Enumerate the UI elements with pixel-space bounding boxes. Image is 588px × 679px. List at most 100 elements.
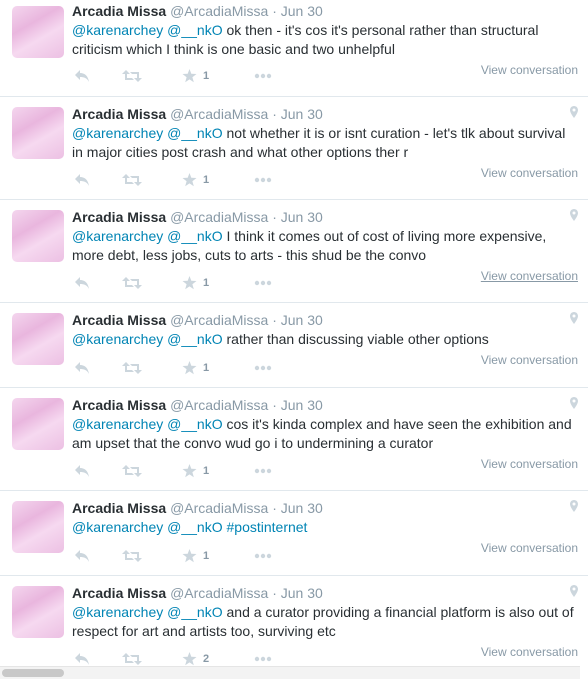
tweet-username[interactable]: @ArcadiaMissa (170, 500, 268, 516)
favorite-count: 1 (203, 465, 210, 477)
favorite-button[interactable]: 2 (182, 651, 209, 667)
tweet-username[interactable]: @ArcadiaMissa (170, 397, 268, 413)
tweet-mentions[interactable]: @karenarchey @__nkO (72, 331, 223, 347)
tweet-fullname[interactable]: Arcadia Missa (72, 585, 166, 601)
tweet-username[interactable]: @ArcadiaMissa (170, 106, 268, 122)
tweet[interactable]: Arcadia Missa @ArcadiaMissa · Jun 30 @ka… (0, 200, 588, 303)
avatar[interactable] (12, 398, 64, 450)
retweet-icon[interactable] (122, 275, 142, 291)
tweet[interactable]: Arcadia Missa @ArcadiaMissa · Jun 30 @ka… (0, 0, 588, 97)
retweet-icon[interactable] (122, 68, 142, 84)
tweet[interactable]: Arcadia Missa @ArcadiaMissa · Jun 30 @ka… (0, 491, 588, 576)
tweet-text: @karenarchey @__nkO ok then - it's cos i… (72, 22, 539, 57)
view-conversation-link[interactable]: View conversation (481, 63, 578, 77)
view-conversation-link[interactable]: View conversation (481, 269, 578, 283)
tweet-fullname[interactable]: Arcadia Missa (72, 397, 166, 413)
tweet-fullname[interactable]: Arcadia Missa (72, 106, 166, 122)
tweet-header: Arcadia Missa @ArcadiaMissa · Jun 30 (72, 397, 323, 413)
favorite-button[interactable]: 1 (182, 68, 209, 84)
more-icon[interactable] (254, 463, 272, 479)
geo-pin-icon[interactable] (570, 208, 578, 221)
view-conversation-link[interactable]: View conversation (481, 645, 578, 659)
tweet[interactable]: Arcadia Missa @ArcadiaMissa · Jun 30 @ka… (0, 388, 588, 491)
reply-icon[interactable] (74, 360, 90, 376)
favorite-button[interactable]: 1 (182, 172, 209, 188)
tweet-fullname[interactable]: Arcadia Missa (72, 312, 166, 328)
tweet-timestamp[interactable]: Jun 30 (281, 585, 323, 601)
view-conversation-link[interactable]: View conversation (481, 353, 578, 367)
retweet-icon[interactable] (122, 548, 142, 564)
tweet-mentions[interactable]: @karenarchey @__nkO (72, 416, 223, 432)
scrollbar-thumb[interactable] (2, 669, 64, 677)
view-conversation-link[interactable]: View conversation (481, 457, 578, 471)
tweet-fullname[interactable]: Arcadia Missa (72, 209, 166, 225)
tweet-username[interactable]: @ArcadiaMissa (170, 312, 268, 328)
tweet-mentions[interactable]: @karenarchey @__nkO (72, 22, 223, 38)
tweet-text: @karenarchey @__nkO cos it's kinda compl… (72, 416, 572, 451)
reply-icon[interactable] (74, 172, 90, 188)
tweet-fullname[interactable]: Arcadia Missa (72, 3, 166, 19)
geo-pin-icon[interactable] (570, 584, 578, 597)
tweet-text: @karenarchey @__nkO #postinternet (72, 518, 580, 537)
geo-pin-icon[interactable] (570, 105, 578, 118)
reply-icon[interactable] (74, 548, 90, 564)
retweet-icon[interactable] (122, 651, 142, 667)
avatar[interactable] (12, 313, 64, 365)
avatar[interactable] (12, 501, 64, 553)
reply-icon[interactable] (74, 68, 90, 84)
tweet-fullname[interactable]: Arcadia Missa (72, 500, 166, 516)
tweet[interactable]: Arcadia Missa @ArcadiaMissa · Jun 30 @ka… (0, 97, 588, 200)
tweet-header: Arcadia Missa @ArcadiaMissa · Jun 30 (72, 585, 323, 601)
tweet-header: Arcadia Missa @ArcadiaMissa · Jun 30 (72, 106, 323, 122)
tweet-mentions[interactable]: @karenarchey @__nkO (72, 228, 223, 244)
star-icon (182, 464, 197, 478)
retweet-icon[interactable] (122, 463, 142, 479)
favorite-count: 1 (203, 70, 210, 82)
tweet-text: @karenarchey @__nkO not whether it is or… (72, 125, 566, 160)
reply-icon[interactable] (74, 651, 90, 667)
tweet-mentions[interactable]: @karenarchey @__nkO (72, 604, 223, 620)
favorite-button[interactable]: 1 (182, 463, 209, 479)
tweet-timestamp[interactable]: Jun 30 (281, 106, 323, 122)
tweet-header: Arcadia Missa @ArcadiaMissa · Jun 30 (72, 500, 323, 516)
favorite-count: 1 (203, 550, 210, 562)
tweet-header: Arcadia Missa @ArcadiaMissa · Jun 30 (72, 312, 323, 328)
retweet-icon[interactable] (122, 360, 142, 376)
view-conversation-link[interactable]: View conversation (481, 541, 578, 555)
tweet-username[interactable]: @ArcadiaMissa (170, 209, 268, 225)
reply-icon[interactable] (74, 463, 90, 479)
retweet-icon[interactable] (122, 172, 142, 188)
tweet-username[interactable]: @ArcadiaMissa (170, 3, 268, 19)
more-icon[interactable] (254, 172, 272, 188)
geo-pin-icon[interactable] (570, 499, 578, 512)
avatar[interactable] (12, 210, 64, 262)
more-icon[interactable] (254, 548, 272, 564)
tweet-timestamp[interactable]: Jun 30 (281, 312, 323, 328)
avatar[interactable] (12, 586, 64, 638)
tweet-timestamp[interactable]: Jun 30 (281, 500, 323, 516)
reply-icon[interactable] (74, 275, 90, 291)
tweet-mentions[interactable]: @karenarchey @__nkO (72, 125, 223, 141)
horizontal-scrollbar[interactable] (0, 666, 580, 679)
tweet[interactable]: Arcadia Missa @ArcadiaMissa · Jun 30 @ka… (0, 576, 588, 676)
avatar[interactable] (12, 6, 64, 58)
tweet-timestamp[interactable]: Jun 30 (281, 209, 323, 225)
more-icon[interactable] (254, 275, 272, 291)
more-icon[interactable] (254, 68, 272, 84)
more-icon[interactable] (254, 651, 272, 667)
tweet-username[interactable]: @ArcadiaMissa (170, 585, 268, 601)
tweet-mentions[interactable]: @karenarchey @__nkO #postinternet (72, 519, 307, 535)
favorite-button[interactable]: 1 (182, 360, 209, 376)
view-conversation-link[interactable]: View conversation (481, 166, 578, 180)
more-icon[interactable] (254, 360, 272, 376)
favorite-button[interactable]: 1 (182, 275, 209, 291)
tweet-timestamp[interactable]: Jun 30 (281, 397, 323, 413)
geo-pin-icon[interactable] (570, 396, 578, 409)
favorite-button[interactable]: 1 (182, 548, 209, 564)
star-icon (182, 69, 197, 83)
star-icon (182, 173, 197, 187)
geo-pin-icon[interactable] (570, 311, 578, 324)
tweet[interactable]: Arcadia Missa @ArcadiaMissa · Jun 30 @ka… (0, 303, 588, 388)
tweet-timestamp[interactable]: Jun 30 (281, 3, 323, 19)
avatar[interactable] (12, 107, 64, 159)
